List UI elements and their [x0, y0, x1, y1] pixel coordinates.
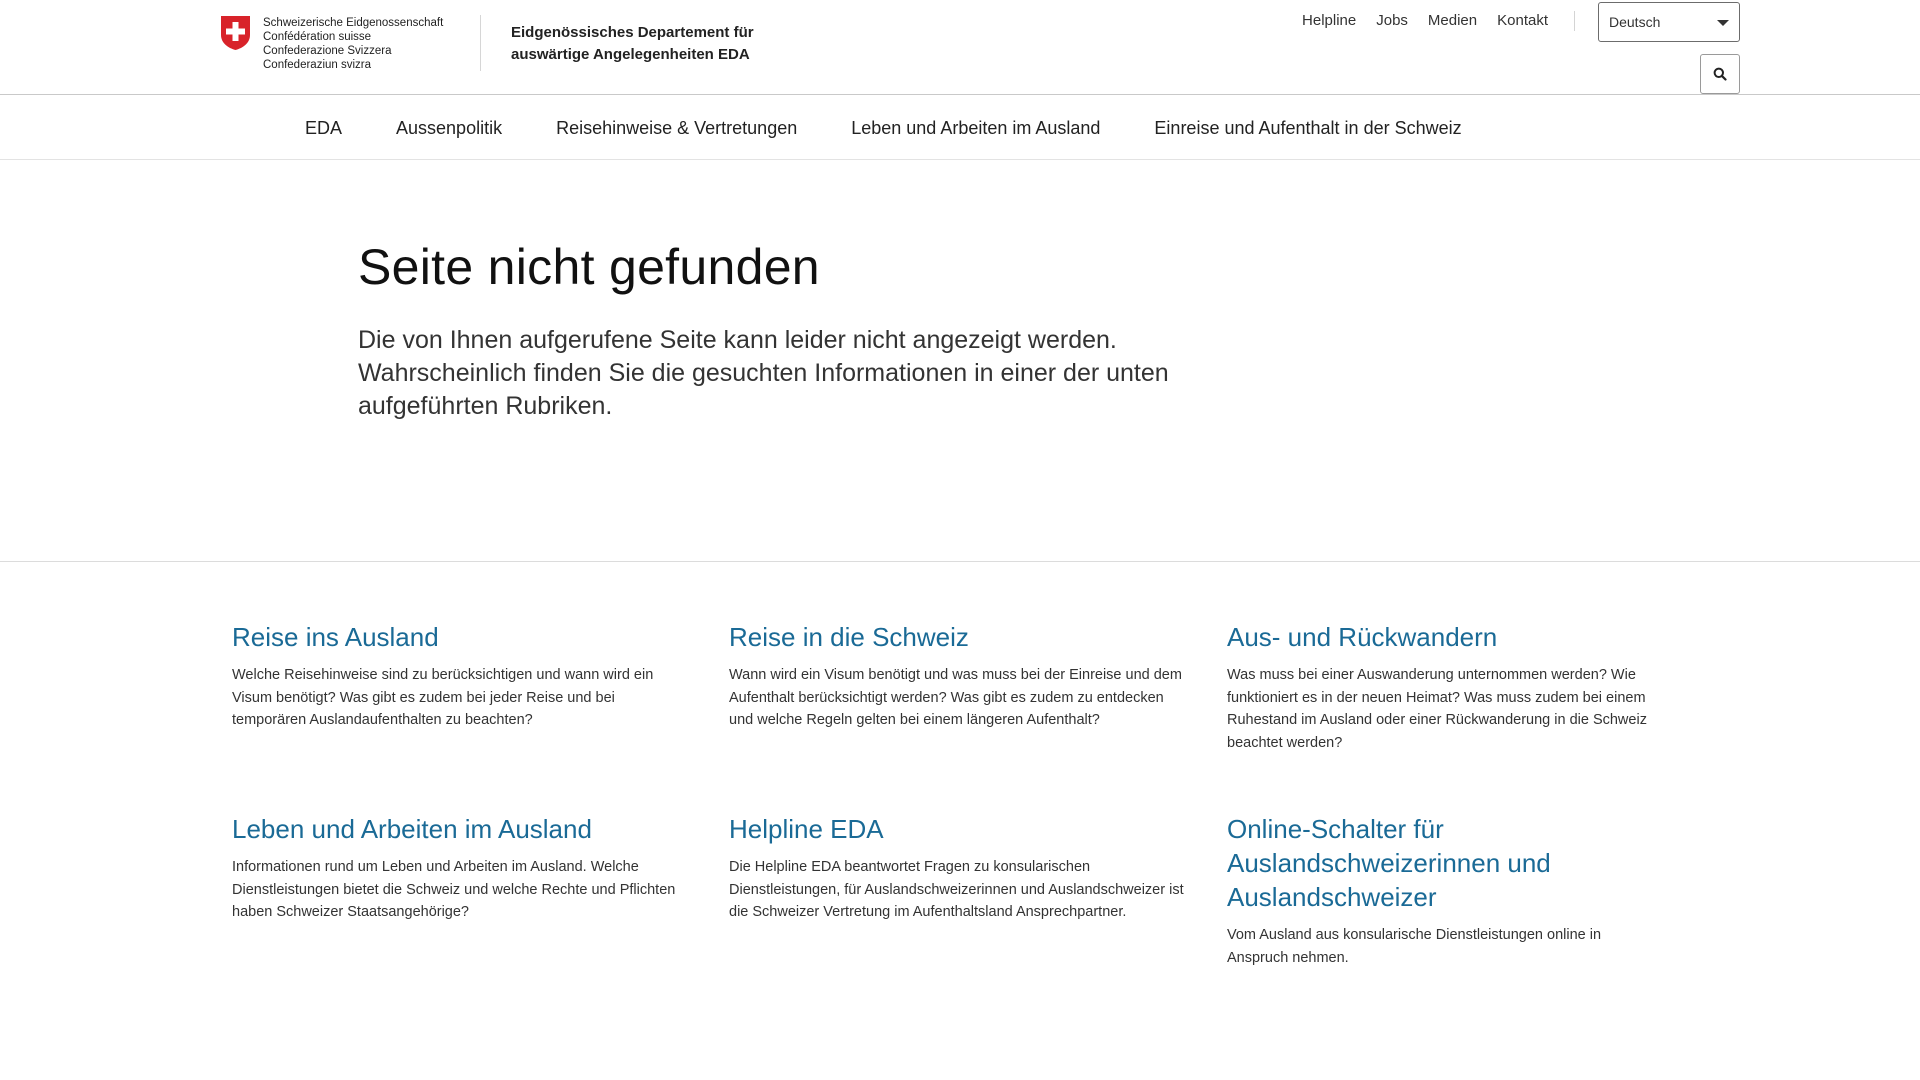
- teaser-text: Die Helpline EDA beantwortet Fragen zu k…: [729, 859, 1184, 920]
- search-icon: [1713, 67, 1727, 81]
- nav-item-aussenpolitik[interactable]: Aussenpolitik: [396, 118, 502, 139]
- logo-divider: [480, 15, 481, 71]
- nav-item-leben-arbeiten[interactable]: Leben und Arbeiten im Ausland: [851, 118, 1100, 139]
- teaser-text: Wann wird ein Visum benötigt und was mus…: [729, 667, 1182, 728]
- main-navigation: EDA Aussenpolitik Reisehinweise & Vertre…: [0, 96, 1920, 160]
- page-title: Seite nicht gefunden: [358, 239, 820, 295]
- language-select[interactable]: Deutsch: [1598, 2, 1740, 42]
- department-line-1: Eidgenössisches Departement für: [511, 24, 754, 41]
- teaser-reise-ins-ausland: Reise ins Ausland Welche Reisehinweise s…: [232, 620, 692, 732]
- meta-divider: [1574, 11, 1575, 31]
- teaser-text: Vom Ausland aus konsularische Dienstleis…: [1227, 927, 1602, 966]
- teaser-reise-in-die-schweiz: Reise in die Schweiz Wann wird ein Visum…: [729, 620, 1189, 732]
- department-line-2: auswärtige Angelegenheiten EDA: [511, 46, 750, 63]
- teaser-title[interactable]: Online-Schalter für Auslandschweizerinne…: [1227, 812, 1647, 914]
- main-nav-list: EDA Aussenpolitik Reisehinweise & Vertre…: [305, 96, 1516, 160]
- teaser-text: Welche Reisehinweise sind zu berücksicht…: [232, 667, 654, 728]
- logo-line-fr: Confédération suisse: [263, 31, 372, 43]
- teaser-title[interactable]: Aus- und Rückwandern: [1227, 620, 1687, 654]
- logo-text: Schweizerische Eidgenossenschaft Confédé…: [263, 16, 443, 72]
- search-button[interactable]: [1700, 54, 1740, 94]
- teaser-title[interactable]: Leben und Arbeiten im Ausland: [232, 812, 692, 846]
- teaser-text: Informationen rund um Leben und Arbeiten…: [232, 859, 676, 920]
- meta-link-jobs[interactable]: Jobs: [1376, 12, 1408, 29]
- teaser-leben-arbeiten-ausland: Leben und Arbeiten im Ausland Informatio…: [232, 812, 692, 924]
- teaser-text: Was muss bei einer Auswanderung unternom…: [1227, 667, 1647, 751]
- page-intro: Die von Ihnen aufgerufene Seite kann lei…: [358, 326, 1169, 420]
- meta-link-kontakt[interactable]: Kontakt: [1497, 12, 1548, 29]
- teaser-title[interactable]: Reise in die Schweiz: [729, 620, 1189, 654]
- site-header: Schweizerische Eidgenossenschaft Confédé…: [0, 0, 1920, 95]
- nav-item-reisehinweise[interactable]: Reisehinweise & Vertretungen: [556, 118, 797, 139]
- nav-item-einreise[interactable]: Einreise und Aufenthalt in der Schweiz: [1154, 118, 1461, 139]
- logo-line-rm: Confederaziun svizra: [263, 59, 372, 71]
- error-hero: Seite nicht gefunden Die von Ihnen aufge…: [0, 160, 1920, 562]
- department-name[interactable]: Eidgenössisches Departement für auswärti…: [511, 22, 754, 66]
- teaser-helpline-eda: Helpline EDA Die Helpline EDA beantworte…: [729, 812, 1189, 924]
- swiss-flag-icon: [221, 16, 250, 50]
- teaser-title[interactable]: Reise ins Ausland: [232, 620, 692, 654]
- teaser-aus-und-rueckwandern: Aus- und Rückwandern Was muss bei einer …: [1227, 620, 1687, 754]
- teaser-online-schalter: Online-Schalter für Auslandschweizerinne…: [1227, 812, 1647, 969]
- teaser-title[interactable]: Helpline EDA: [729, 812, 1189, 846]
- logo-line-it: Confederazione Svizzera: [263, 45, 392, 57]
- caret-down-icon: [1717, 20, 1729, 26]
- logo-line-de: Schweizerische Eidgenossenschaft: [263, 17, 444, 29]
- federal-logo[interactable]: Schweizerische Eidgenossenschaft Confédé…: [219, 15, 443, 72]
- meta-navigation: Helpline Jobs Medien Kontakt: [1282, 12, 1548, 29]
- nav-item-eda[interactable]: EDA: [305, 118, 342, 139]
- meta-link-helpline[interactable]: Helpline: [1302, 12, 1356, 29]
- language-select-value: Deutsch: [1609, 14, 1661, 30]
- meta-link-medien[interactable]: Medien: [1428, 12, 1477, 29]
